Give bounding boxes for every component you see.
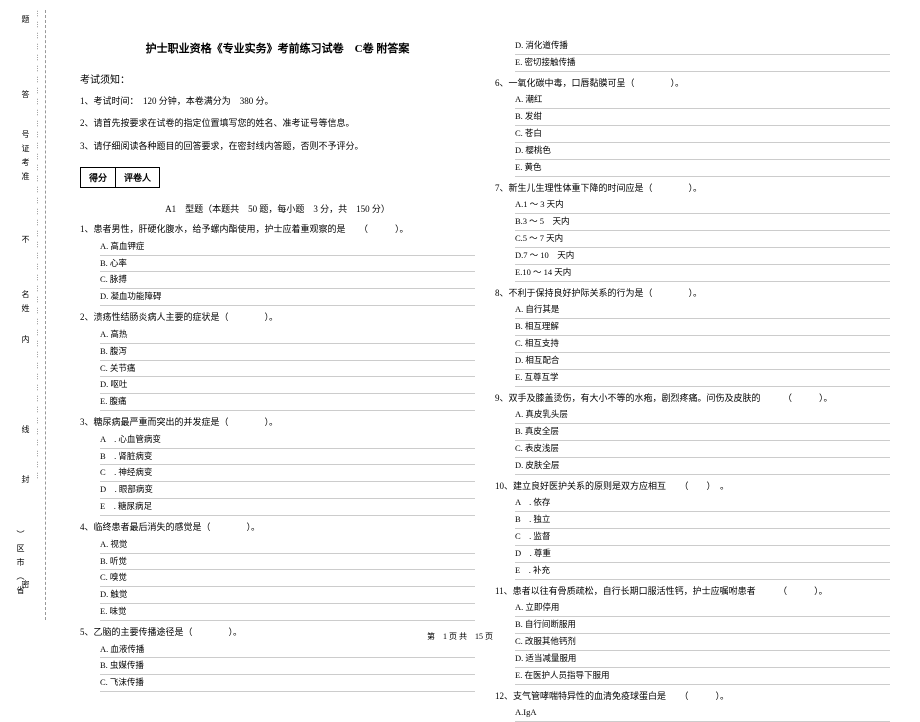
instruction-1: 1、考试时间： 120 分钟，本卷满分为 380 分。 <box>80 94 475 108</box>
option: A. 高血钾症 <box>100 239 475 256</box>
margin-label: 封 <box>20 475 31 489</box>
grader-label: 评卷人 <box>116 168 159 187</box>
option: E . 补充 <box>515 563 890 580</box>
option: E. 互尊互学 <box>515 370 890 387</box>
option: A.1 ～ 3 天内 <box>515 197 890 214</box>
margin-label: 题 <box>20 15 31 29</box>
option: E. 密切接触传播 <box>515 55 890 72</box>
score-box: 得分 评卷人 <box>80 167 160 188</box>
margin-label: 线 <box>20 425 31 439</box>
option: D. 呕吐 <box>100 377 475 394</box>
question-3: 3、糖尿病最严重而突出的并发症是（ ）。 <box>80 416 475 430</box>
margin-label: 号证考准 <box>20 130 31 186</box>
option: D. 消化道传播 <box>515 38 890 55</box>
option: D. 适当减量服用 <box>515 651 890 668</box>
option: B. 腹泻 <box>100 344 475 361</box>
margin-label: 不 <box>20 235 31 249</box>
option: C . 神经病变 <box>100 465 475 482</box>
option: E. 在医护人员指导下服用 <box>515 668 890 685</box>
option: D . 尊重 <box>515 546 890 563</box>
option: D. 樱桃色 <box>515 143 890 160</box>
option: E . 糖尿病足 <box>100 499 475 516</box>
question-7: 7、新生儿生理性体重下降的时间应是（ ）。 <box>495 182 890 196</box>
option: B. 虫媒传播 <box>100 658 475 675</box>
option: B. 相互理解 <box>515 319 890 336</box>
option: C.5 ～ 7 天内 <box>515 231 890 248</box>
option: A. 高热 <box>100 327 475 344</box>
option: C. 相互支持 <box>515 336 890 353</box>
margin-label: 名姓 <box>20 290 31 318</box>
option: B. 心率 <box>100 256 475 273</box>
question-4: 4、临终患者最后消失的感觉是（ ）。 <box>80 521 475 535</box>
question-10: 10、建立良好医护关系的原则是双方应相互 （ ） 。 <box>495 480 890 494</box>
option: C. 关节痛 <box>100 361 475 378</box>
option: D. 触觉 <box>100 587 475 604</box>
option: A. 立即停用 <box>515 600 890 617</box>
option: C. 脉搏 <box>100 272 475 289</box>
notice-heading: 考试须知： <box>80 71 475 86</box>
option: C . 监督 <box>515 529 890 546</box>
option: D. 凝血功能障碍 <box>100 289 475 306</box>
exam-title: 护士职业资格《专业实务》考前练习试卷 C卷 附答案 <box>80 40 475 56</box>
option: A . 依存 <box>515 495 890 512</box>
question-12: 12、支气管哮喘特异性的血清免疫球蛋白是 （ ）。 <box>495 690 890 704</box>
page-footer: 第 1 页 共 15 页 <box>0 631 920 642</box>
option: C. 表皮浅层 <box>515 441 890 458</box>
instruction-3: 3、请仔细阅读各种题目的回答要求，在密封线内答题，否则不予评分。 <box>80 139 475 153</box>
option: B . 独立 <box>515 512 890 529</box>
option: E. 腹痛 <box>100 394 475 411</box>
option: E. 味觉 <box>100 604 475 621</box>
option: A.IgA <box>515 705 890 722</box>
option: B.3 ～ 5 天内 <box>515 214 890 231</box>
question-9: 9、双手及膝盖烫伤，有大小不等的水疱，剧烈疼痛。问伤及皮肤的 （ ）。 <box>495 392 890 406</box>
question-2: 2、溃疡性结肠炎病人主要的症状是（ ）。 <box>80 311 475 325</box>
option: D. 皮肤全层 <box>515 458 890 475</box>
option: A. 视觉 <box>100 537 475 554</box>
option: C. 飞沫传播 <box>100 675 475 692</box>
margin-label: 密 <box>20 580 31 594</box>
question-6: 6、一氧化碳中毒，口唇黏膜可呈（ ）。 <box>495 77 890 91</box>
option: D.7 ～ 10 天内 <box>515 248 890 265</box>
option: E. 黄色 <box>515 160 890 177</box>
margin-dots: …………………………………………………………………………………………………………… <box>35 10 43 630</box>
question-8: 8、不利于保持良好护际关系的行为是（ ）。 <box>495 287 890 301</box>
question-1: 1、患者男性，肝硬化腹水，给予螺内酯使用，护士应着重观察的是 （ ）。 <box>80 223 475 237</box>
margin-label: 内 <box>20 335 31 349</box>
option: D . 眼部病变 <box>100 482 475 499</box>
option: C. 嗅觉 <box>100 570 475 587</box>
option: C. 苍白 <box>515 126 890 143</box>
option: A. 自行其是 <box>515 302 890 319</box>
option: A. 真皮乳头层 <box>515 407 890 424</box>
option: B. 真皮全层 <box>515 424 890 441</box>
instruction-2: 2、请首先按要求在试卷的指定位置填写您的姓名、准考证号等信息。 <box>80 116 475 130</box>
option: A. 血液传播 <box>100 642 475 659</box>
option: E.10 ～ 14 天内 <box>515 265 890 282</box>
option: A. 潮红 <box>515 92 890 109</box>
option: A . 心血管病变 <box>100 432 475 449</box>
option: D. 相互配合 <box>515 353 890 370</box>
option: B. 发绀 <box>515 109 890 126</box>
option: B. 听觉 <box>100 554 475 571</box>
option: B . 肾脏病变 <box>100 449 475 466</box>
part-title: A1 型题（本题共 50 题，每小题 3 分，共 150 分） <box>80 202 475 215</box>
question-11: 11、患者以往有骨质疏松，自行长期口服活性钙，护士应嘱咐患者 （ ）。 <box>495 585 890 599</box>
score-label: 得分 <box>81 168 116 187</box>
margin-label: 答 <box>20 90 31 104</box>
